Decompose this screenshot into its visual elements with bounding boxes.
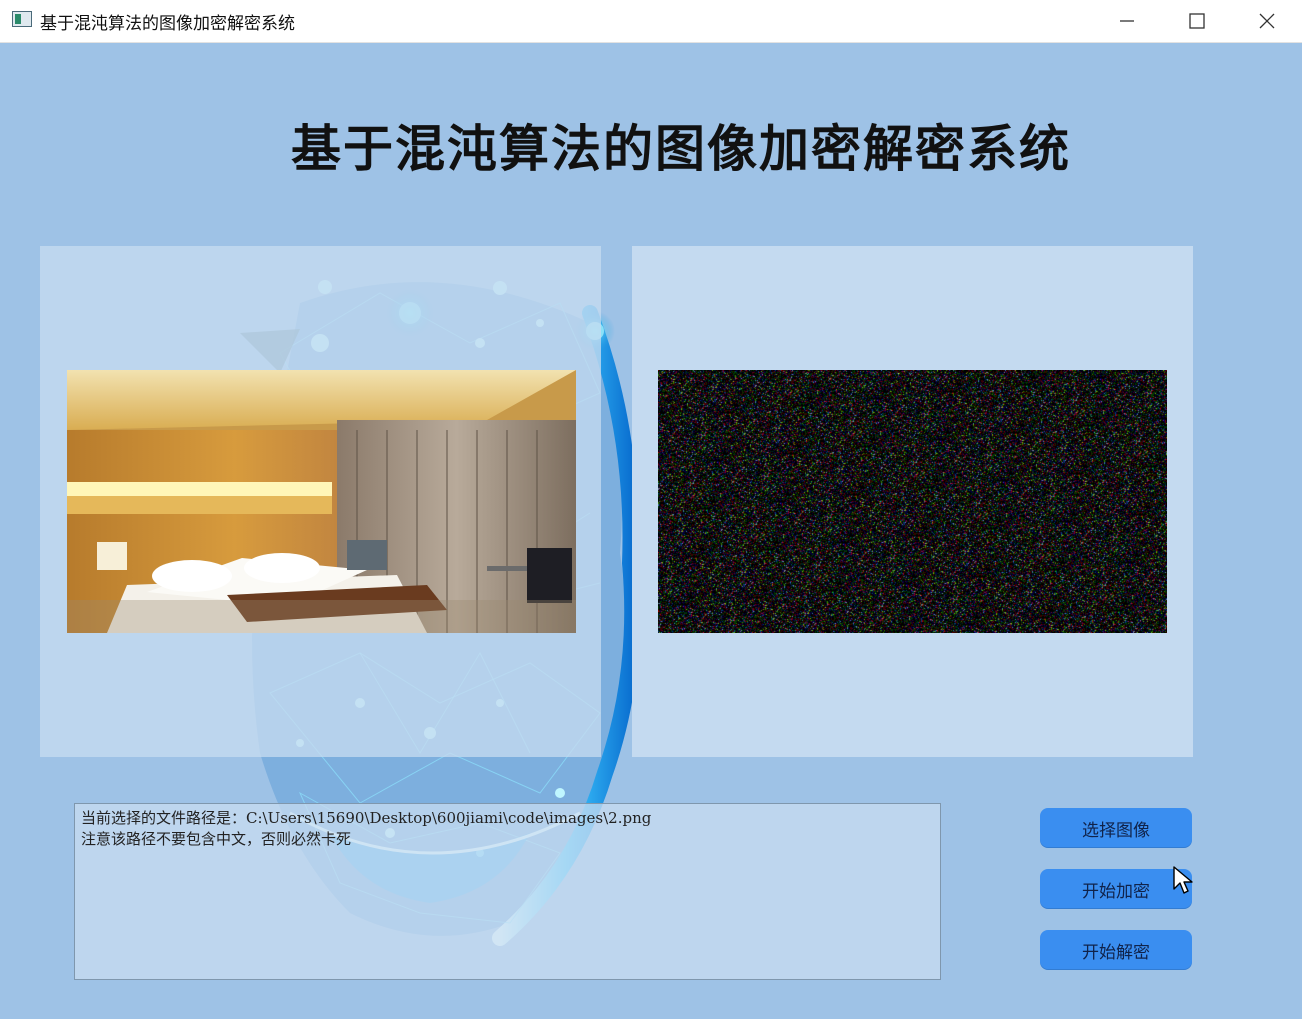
- encrypted-image: [658, 370, 1167, 633]
- start-encrypt-button[interactable]: 开始加密: [1040, 869, 1192, 909]
- select-image-button[interactable]: 选择图像: [1040, 808, 1192, 848]
- log-line-path: 当前选择的文件路径是：C:\Users\15690\Desktop\600jia…: [81, 809, 652, 827]
- app-icon: [12, 11, 32, 27]
- log-textarea[interactable]: 当前选择的文件路径是：C:\Users\15690\Desktop\600jia…: [74, 803, 941, 980]
- mouse-cursor-icon: [1173, 866, 1193, 894]
- log-line-warning: 注意该路径不要包含中文，否则必然卡死: [81, 830, 352, 848]
- maximize-button[interactable]: [1162, 0, 1232, 42]
- window-title: 基于混沌算法的图像加密解密系统: [40, 14, 295, 34]
- close-icon: [1259, 13, 1275, 29]
- main-window-content: 基于混沌算法的图像加密解密系统 当前选择的文件路径是：C:\Users\1569…: [0, 43, 1302, 1019]
- close-button[interactable]: [1232, 0, 1302, 42]
- page-title: 基于混沌算法的图像加密解密系统: [291, 120, 1071, 178]
- maximize-icon: [1189, 13, 1205, 29]
- start-decrypt-button[interactable]: 开始解密: [1040, 930, 1192, 970]
- window-titlebar: 基于混沌算法的图像加密解密系统: [0, 0, 1302, 43]
- original-image: [67, 370, 576, 633]
- minimize-icon: [1120, 20, 1134, 22]
- minimize-button[interactable]: [1092, 0, 1162, 42]
